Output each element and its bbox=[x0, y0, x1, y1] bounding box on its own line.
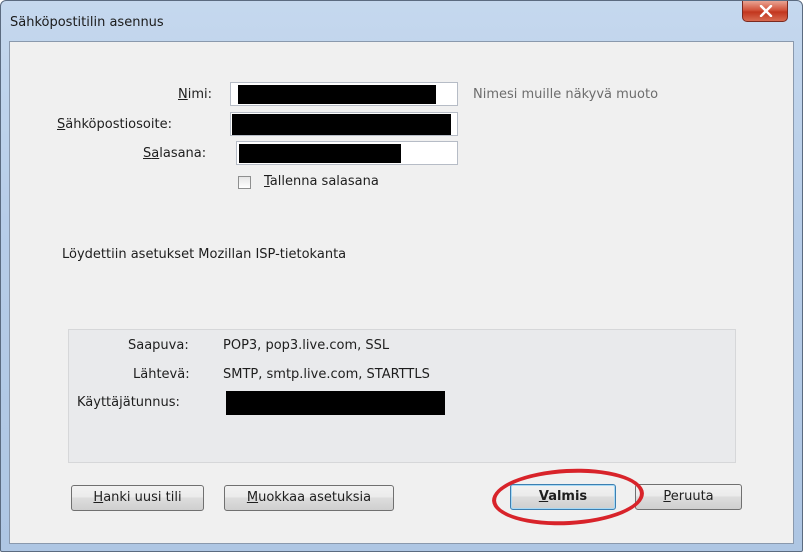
name-label: Nimi: bbox=[178, 87, 213, 102]
incoming-value: POP3, pop3.live.com, SSL bbox=[223, 338, 390, 353]
highlight-ring-annotation bbox=[490, 465, 646, 529]
edit-settings-button[interactable]: Muokkaa asetuksia bbox=[224, 485, 394, 511]
redacted-password bbox=[239, 144, 401, 163]
new-account-button[interactable]: Hanki uusi tili bbox=[71, 485, 204, 511]
close-button[interactable] bbox=[742, 1, 788, 22]
redacted-email bbox=[232, 114, 451, 135]
incoming-label: Saapuva: bbox=[128, 338, 189, 353]
username-label: Käyttäjätunnus: bbox=[77, 395, 180, 410]
settings-summary-panel: Saapuva: POP3, pop3.live.com, SSL Lähtev… bbox=[68, 329, 736, 463]
dialog-content: Nimi: Nimesi muille näkyvä muoto Sähköpo… bbox=[9, 41, 794, 544]
email-field[interactable] bbox=[230, 112, 458, 136]
window-title: Sähköpostitilin asennus bbox=[10, 15, 164, 30]
remember-password-label[interactable]: Tallenna salasana bbox=[264, 174, 379, 189]
name-hint: Nimesi muille näkyvä muoto bbox=[473, 87, 659, 102]
title-bar[interactable]: Sähköpostitilin asennus bbox=[1, 1, 802, 41]
redacted-name bbox=[238, 85, 436, 104]
outgoing-label: Lähtevä: bbox=[133, 367, 190, 382]
remember-password-checkbox[interactable] bbox=[238, 176, 251, 189]
outgoing-value: SMTP, smtp.live.com, STARTTLS bbox=[223, 367, 430, 382]
cancel-button[interactable]: Peruuta bbox=[635, 484, 742, 510]
password-field[interactable] bbox=[236, 141, 458, 165]
redacted-username bbox=[226, 391, 445, 415]
name-field[interactable] bbox=[230, 82, 458, 106]
email-label: Sähköpostiosoite: bbox=[57, 117, 172, 132]
status-message: Löydettiin asetukset Mozillan ISP-tietok… bbox=[62, 247, 347, 262]
password-label: Salasana: bbox=[143, 146, 207, 161]
dialog-window: Sähköpostitilin asennus Nimi: Nimesi mui… bbox=[0, 0, 803, 552]
close-icon bbox=[759, 5, 773, 17]
